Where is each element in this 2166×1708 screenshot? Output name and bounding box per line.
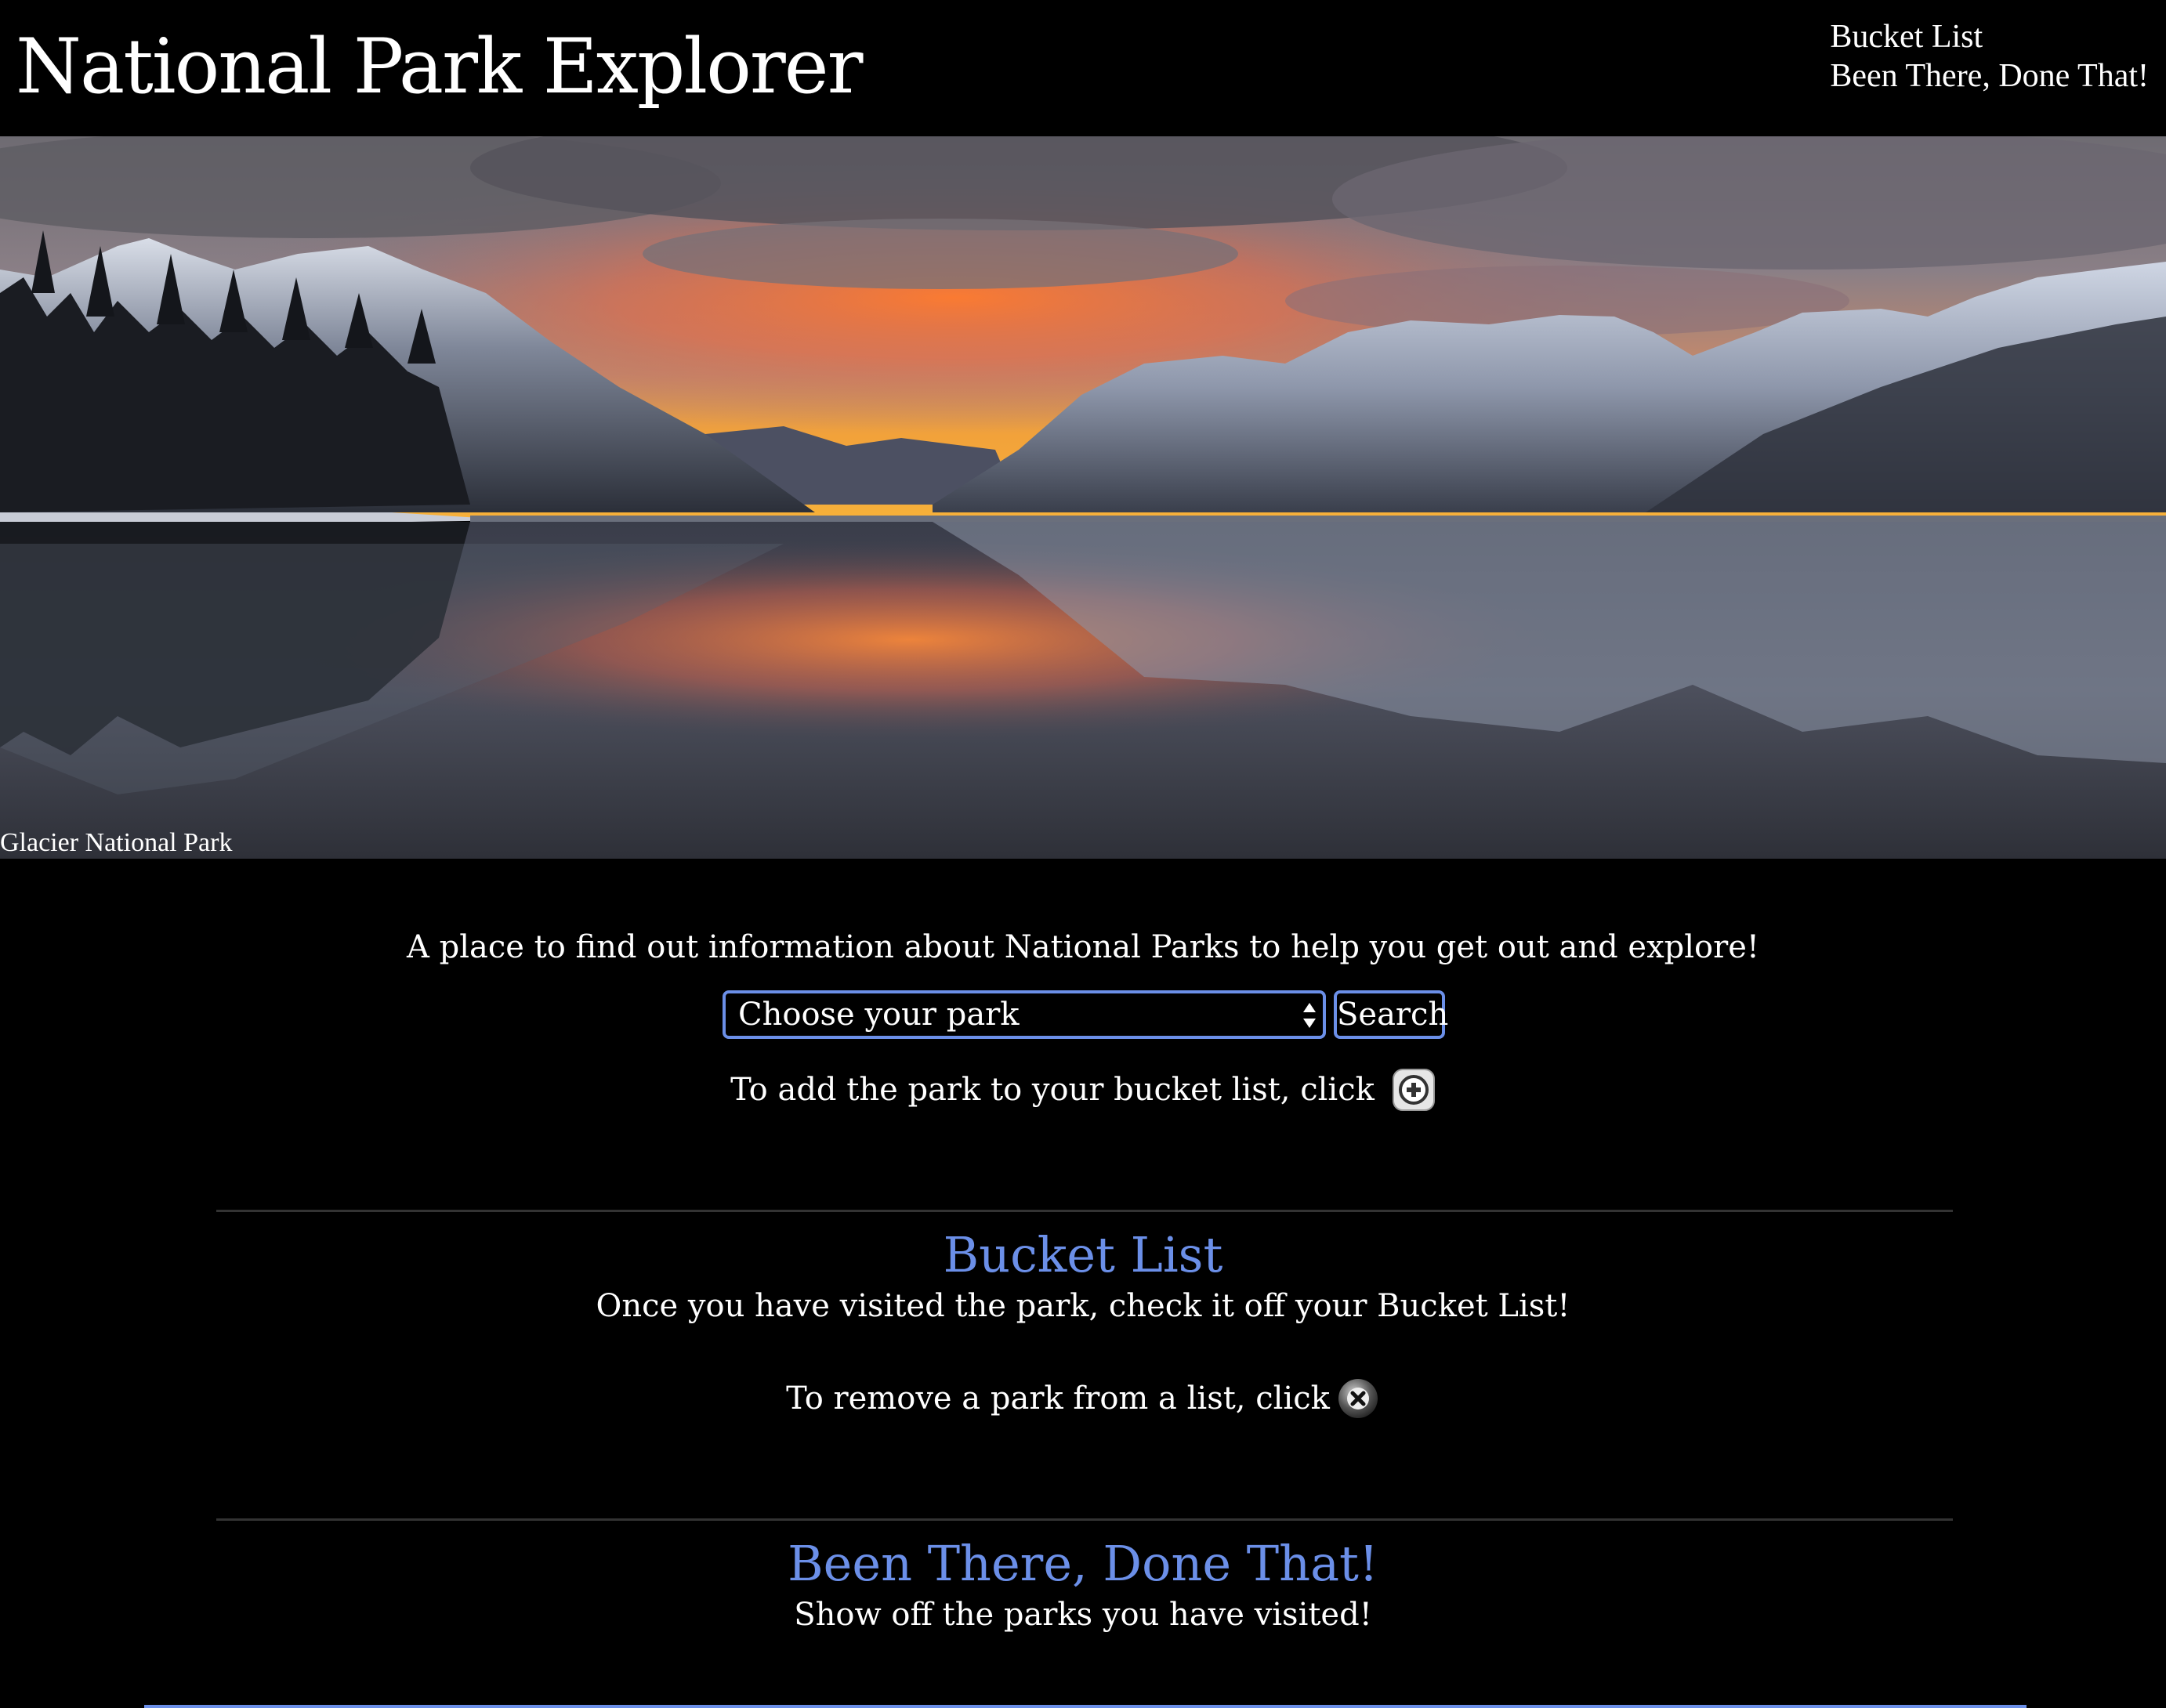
search-form: Choose your park Search <box>723 990 1448 1039</box>
been-there-subtext: Show off the parks you have visited! <box>794 1597 1372 1633</box>
hero-caption: Glacier National Park <box>0 828 233 857</box>
list-container-border <box>144 1705 2027 1708</box>
been-there-heading: Been There, Done That! <box>788 1535 1378 1592</box>
x-circle-icon[interactable] <box>1336 1377 1380 1420</box>
bucket-list-section: Bucket List Once you have visited the pa… <box>0 1224 2166 1326</box>
site-header: National Park Explorer Bucket List Been … <box>0 0 2166 136</box>
section-divider <box>216 1210 1953 1212</box>
park-select[interactable]: Choose your park <box>723 990 1326 1039</box>
site-title: National Park Explorer <box>16 23 863 110</box>
add-hint-text: To add the park to your bucket list, cli… <box>730 1072 1375 1108</box>
bucket-list-heading: Bucket List <box>943 1226 1223 1283</box>
hero-image: Glacier National Park <box>0 136 2166 859</box>
been-there-section: Been There, Done That! Show off the park… <box>0 1532 2166 1634</box>
search-button[interactable]: Search <box>1334 990 1448 1039</box>
nav-been-there-link[interactable]: Been There, Done That! <box>1830 56 2149 96</box>
section-divider <box>216 1518 1953 1521</box>
bucket-list-subtext: Once you have visited the park, check it… <box>596 1288 1570 1324</box>
top-nav: Bucket List Been There, Done That! <box>1830 17 2149 96</box>
sort-arrows-icon <box>1303 1003 1316 1028</box>
remove-hint: To remove a park from a list, click <box>0 1371 2166 1426</box>
add-hint: To add the park to your bucket list, cli… <box>0 1062 2166 1117</box>
plus-circle-icon[interactable] <box>1392 1068 1436 1112</box>
park-select-value: Choose your park <box>738 997 1020 1033</box>
nav-bucket-list-link[interactable]: Bucket List <box>1830 17 2149 56</box>
tagline: A place to find out information about Na… <box>406 929 1759 965</box>
landscape-photo <box>0 136 2166 859</box>
remove-hint-text: To remove a park from a list, click <box>786 1381 1330 1417</box>
